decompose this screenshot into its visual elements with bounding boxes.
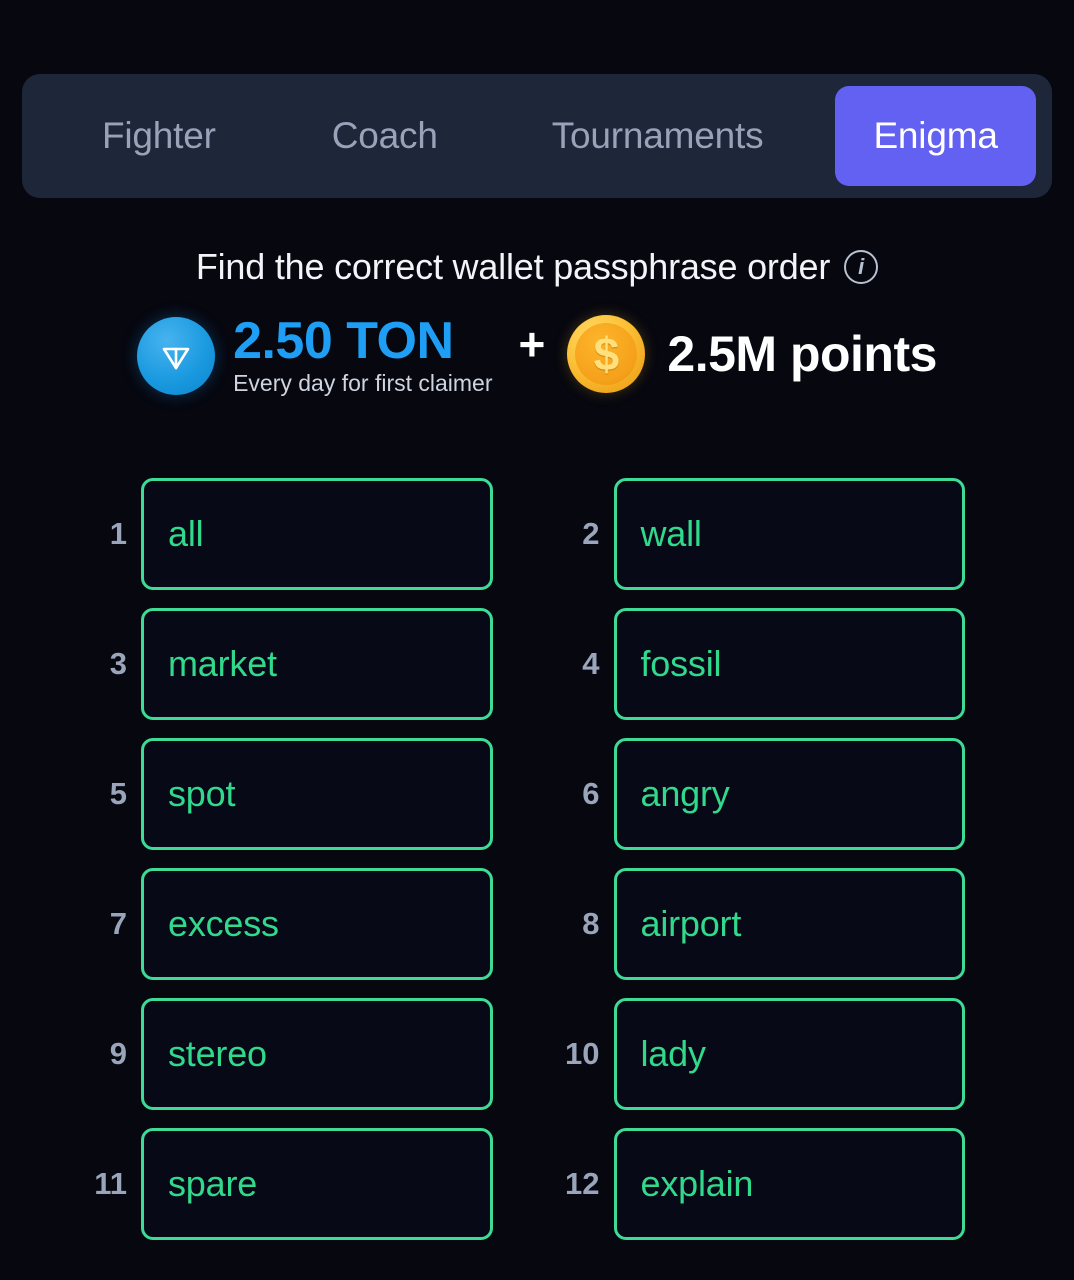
passphrase-grid: 1 all 2 wall 3 market 4 fossil 5 spot 6 …: [85, 478, 965, 1240]
cell-index: 10: [565, 1036, 600, 1071]
ton-reward: 2.50 TON Every day for first claimer: [137, 312, 493, 397]
word-text: stereo: [168, 1033, 267, 1074]
passphrase-cell: 2 wall: [558, 478, 965, 590]
word-slot[interactable]: fossil: [613, 608, 965, 720]
word-slot[interactable]: airport: [613, 868, 965, 980]
points-amount: 2.5M points: [667, 325, 937, 382]
main-tabbar: Fighter Coach Tournaments Enigma: [22, 74, 1052, 198]
word-text: spare: [168, 1163, 258, 1204]
info-icon[interactable]: i: [844, 250, 879, 284]
cell-index: 2: [582, 516, 600, 551]
passphrase-cell: 9 stereo: [85, 998, 493, 1110]
ton-subtext: Every day for first claimer: [233, 370, 493, 397]
passphrase-cell: 4 fossil: [558, 608, 965, 720]
cell-index: 4: [582, 646, 600, 681]
word-text: angry: [640, 773, 730, 814]
word-slot[interactable]: wall: [613, 478, 965, 590]
word-text: airport: [640, 903, 742, 944]
passphrase-cell: 3 market: [85, 608, 493, 720]
word-slot[interactable]: stereo: [141, 998, 493, 1110]
passphrase-cell: 6 angry: [558, 738, 965, 850]
word-text: market: [168, 643, 277, 684]
passphrase-cell: 7 excess: [85, 868, 493, 980]
ton-amount: 2.50 TON: [233, 312, 454, 370]
cell-index: 7: [109, 906, 127, 941]
cell-index: 3: [109, 646, 127, 681]
passphrase-cell: 8 airport: [558, 868, 965, 980]
tab-fighter[interactable]: Fighter: [74, 89, 244, 183]
passphrase-cell: 1 all: [85, 478, 493, 590]
ton-logo-icon: [137, 317, 216, 396]
page-title: Find the correct wallet passphrase order: [195, 246, 831, 287]
plus-separator: +: [518, 318, 546, 370]
cell-index: 8: [582, 906, 600, 941]
cell-index: 9: [109, 1036, 127, 1071]
cell-index: 6: [582, 776, 600, 811]
word-slot[interactable]: spare: [141, 1128, 493, 1240]
word-slot[interactable]: spot: [141, 738, 493, 850]
ton-amount-wrap: 2.50 TON Every day for first claimer: [233, 312, 493, 397]
coin-icon: $: [567, 315, 646, 393]
tab-enigma[interactable]: Enigma: [835, 86, 1036, 186]
reward-row: 2.50 TON Every day for first claimer + $…: [0, 312, 1074, 397]
passphrase-cell: 12 explain: [558, 1128, 965, 1240]
word-slot[interactable]: market: [141, 608, 493, 720]
page-title-row: Find the correct wallet passphrase order…: [0, 246, 1074, 288]
word-text: fossil: [640, 643, 722, 684]
word-text: lady: [640, 1033, 706, 1074]
word-slot[interactable]: lady: [613, 998, 965, 1110]
tab-coach[interactable]: Coach: [304, 89, 466, 183]
word-text: spot: [168, 773, 236, 814]
tab-tournaments[interactable]: Tournaments: [524, 89, 792, 183]
app-root: Fighter Coach Tournaments Enigma Find th…: [0, 0, 1074, 1280]
word-text: explain: [640, 1163, 754, 1204]
word-slot[interactable]: angry: [613, 738, 965, 850]
passphrase-cell: 11 spare: [85, 1128, 493, 1240]
points-reward: $ 2.5M points: [567, 315, 937, 393]
word-slot[interactable]: explain: [613, 1128, 965, 1240]
word-slot[interactable]: excess: [141, 868, 493, 980]
word-slot[interactable]: all: [141, 478, 493, 590]
cell-index: 1: [109, 516, 127, 551]
word-text: all: [168, 513, 204, 554]
word-text: wall: [640, 513, 702, 554]
dollar-sign-icon: $: [593, 328, 620, 380]
cell-index: 11: [94, 1166, 127, 1201]
cell-index: 5: [109, 776, 127, 811]
cell-index: 12: [565, 1166, 600, 1201]
passphrase-cell: 10 lady: [558, 998, 965, 1110]
passphrase-cell: 5 spot: [85, 738, 493, 850]
word-text: excess: [168, 903, 279, 944]
